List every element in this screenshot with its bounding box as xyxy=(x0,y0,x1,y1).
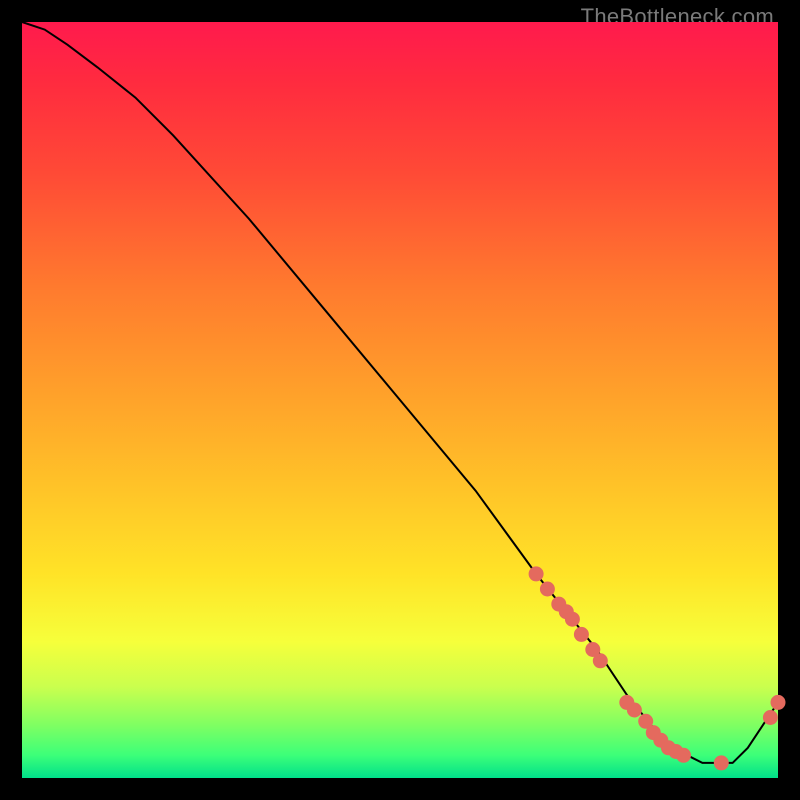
data-point xyxy=(627,703,641,717)
data-point xyxy=(763,711,777,725)
data-point xyxy=(540,582,554,596)
data-point xyxy=(565,612,579,626)
data-point xyxy=(771,695,785,709)
data-point xyxy=(593,654,607,668)
chart-stage: TheBottleneck.com xyxy=(0,0,800,800)
data-point xyxy=(677,748,691,762)
data-point xyxy=(714,756,728,770)
plot-area xyxy=(22,22,778,778)
bottleneck-curve xyxy=(22,22,778,763)
data-point xyxy=(529,567,543,581)
chart-svg xyxy=(22,22,778,778)
data-points-group xyxy=(529,567,785,770)
data-point xyxy=(574,627,588,641)
